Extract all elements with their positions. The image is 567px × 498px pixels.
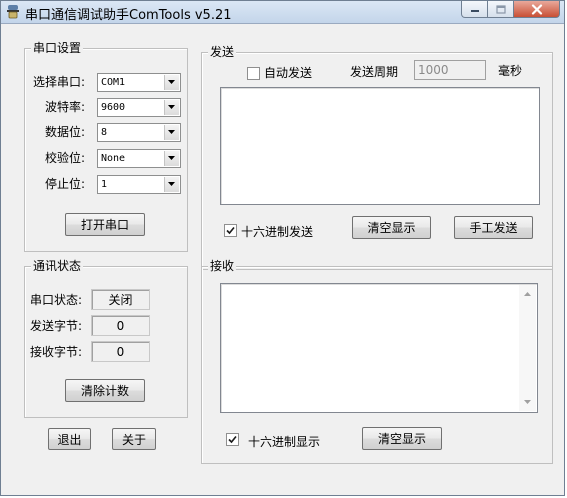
- receive-group: 接收 十六进制显示 清空显示: [201, 259, 553, 464]
- port-status-value: 关闭: [91, 289, 150, 310]
- exit-button[interactable]: 退出: [48, 428, 91, 450]
- open-port-button[interactable]: 打开串口: [65, 213, 145, 236]
- hex-display-label: 十六进制显示: [248, 435, 321, 449]
- serial-settings-title: 串口设置: [31, 41, 84, 55]
- recv-bytes-value: 0: [91, 341, 150, 362]
- baud-select[interactable]: 9600: [97, 98, 181, 117]
- port-status-label: 串口状态:: [30, 293, 83, 307]
- hex-send-label: 十六进制发送: [241, 225, 314, 239]
- receive-scrollbar[interactable]: [519, 285, 536, 411]
- parity-value: None: [101, 153, 126, 164]
- about-button[interactable]: 关于: [112, 428, 156, 450]
- minimize-button[interactable]: [461, 1, 488, 18]
- stop-bits-select[interactable]: 1: [97, 175, 181, 194]
- clear-count-button[interactable]: 清除计数: [65, 379, 145, 402]
- status-group: 通讯状态 串口状态: 关闭 发送字节: 0 接收字节: 0 清除计数: [24, 259, 188, 418]
- auto-send-checkbox[interactable]: [247, 67, 260, 80]
- send-group: 发送 自动发送 发送周期 1000 毫秒 十六进制发送 清空显示 手工发送: [201, 45, 553, 270]
- port-label: 选择串口:: [33, 75, 86, 89]
- stop-bits-label: 停止位:: [45, 177, 86, 191]
- period-input[interactable]: 1000: [414, 60, 486, 80]
- port-select[interactable]: COM1: [97, 73, 181, 92]
- minimize-icon: [470, 10, 479, 12]
- parity-label: 校验位:: [45, 151, 86, 165]
- checkmark-icon: [226, 226, 235, 235]
- status-title: 通讯状态: [31, 259, 84, 273]
- chevron-down-icon[interactable]: [164, 75, 179, 90]
- receive-title: 接收: [208, 259, 237, 273]
- chevron-down-icon[interactable]: [164, 125, 179, 140]
- scroll-down-icon[interactable]: [519, 395, 536, 409]
- manual-send-button[interactable]: 手工发送: [454, 216, 533, 239]
- period-unit: 毫秒: [498, 64, 523, 78]
- app-icon: [7, 5, 19, 19]
- checkmark-icon: [228, 435, 237, 444]
- send-title: 发送: [208, 45, 237, 59]
- close-button[interactable]: [514, 1, 560, 18]
- baud-label: 波特率:: [45, 100, 86, 114]
- maximize-icon: [495, 4, 506, 14]
- data-bits-label: 数据位:: [45, 125, 86, 139]
- data-bits-value: 8: [101, 127, 108, 138]
- app-window: 串口通信调试助手ComTools v5.21 串口设置 选择串口: COM1 波…: [0, 0, 565, 496]
- parity-select[interactable]: None: [97, 149, 181, 168]
- send-clear-button[interactable]: 清空显示: [352, 216, 431, 239]
- period-label: 发送周期: [350, 65, 399, 79]
- client-area: 串口设置 选择串口: COM1 波特率: 9600 数据位: 8 校验位: No…: [1, 24, 564, 495]
- sent-bytes-value: 0: [91, 315, 150, 336]
- send-textarea[interactable]: [220, 87, 540, 205]
- title-bar[interactable]: 串口通信调试助手ComTools v5.21: [1, 1, 564, 24]
- close-icon: [531, 3, 542, 15]
- scroll-up-icon[interactable]: [519, 287, 536, 301]
- data-bits-select[interactable]: 8: [97, 123, 181, 142]
- hex-display-checkbox[interactable]: [226, 433, 239, 446]
- chevron-down-icon[interactable]: [164, 177, 179, 192]
- receive-clear-button[interactable]: 清空显示: [362, 427, 442, 450]
- baud-value: 9600: [101, 102, 126, 113]
- caption-buttons: [461, 1, 560, 19]
- hex-send-checkbox[interactable]: [224, 224, 237, 237]
- recv-bytes-label: 接收字节:: [30, 345, 83, 359]
- maximize-button[interactable]: [488, 1, 514, 18]
- window-title: 串口通信调试助手ComTools v5.21: [25, 8, 232, 23]
- chevron-down-icon[interactable]: [164, 151, 179, 166]
- sent-bytes-label: 发送字节:: [30, 319, 83, 333]
- receive-textarea[interactable]: [220, 283, 538, 413]
- serial-settings-group: 串口设置 选择串口: COM1 波特率: 9600 数据位: 8 校验位: No…: [24, 41, 188, 252]
- stop-bits-value: 1: [101, 179, 108, 190]
- chevron-down-icon[interactable]: [164, 100, 179, 115]
- port-value: COM1: [101, 77, 126, 88]
- auto-send-label: 自动发送: [264, 66, 313, 80]
